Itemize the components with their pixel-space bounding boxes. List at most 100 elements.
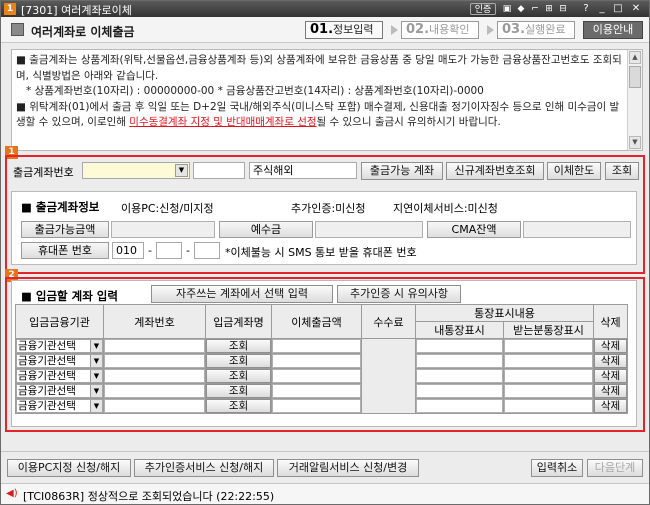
phone-separator: -	[148, 244, 152, 257]
available-amount-label: 출금가능금액	[21, 221, 109, 238]
notice-panel: ■ 출금계좌는 상품계좌(위탁,선물옵션,금융상품계좌 등)외 상품계좌에 보유…	[11, 49, 643, 151]
frequent-accounts-button[interactable]: 자주쓰는 계좌에서 선택 입력	[151, 285, 333, 303]
transfer-amount-input[interactable]	[272, 354, 361, 368]
notice-warning-link[interactable]: 미수동결계좌 지정 및 반대매매계좌로 선정	[129, 116, 316, 128]
chevron-down-icon[interactable]: ▼	[90, 400, 102, 412]
tile-icon[interactable]: ⊞	[543, 3, 555, 15]
deposit-section-title: ■ 입금할 계좌 입력	[21, 289, 118, 303]
transfer-limit-button[interactable]: 이체한도	[547, 162, 601, 180]
recipient-memo-input[interactable]	[504, 339, 593, 353]
bank-select-label: 금융기관선택	[18, 370, 76, 382]
auth-status: 추가인증:미신청	[291, 202, 366, 215]
keypad-icon[interactable]: ⊟	[557, 3, 569, 15]
step-2-label: 내용확인	[429, 23, 470, 36]
chevron-down-icon[interactable]: ▼	[90, 370, 102, 382]
delete-row-button[interactable]: 삭제	[594, 339, 627, 353]
cma-label: CMA잔액	[427, 221, 521, 238]
minimize-icon[interactable]: _	[595, 3, 609, 15]
delete-row-button[interactable]: 삭제	[594, 384, 627, 398]
bank-select[interactable]: 금융기관선택 ▼	[16, 399, 103, 413]
transfer-amount-input[interactable]	[272, 384, 361, 398]
account-name-lookup-button[interactable]: 조회	[206, 369, 271, 383]
delete-row-button[interactable]: 삭제	[594, 369, 627, 383]
delete-row-button[interactable]: 삭제	[594, 399, 627, 413]
phone-last-input[interactable]	[194, 242, 220, 259]
maximize-icon[interactable]: □	[611, 3, 625, 15]
guide-button[interactable]: 이용안내	[583, 21, 643, 39]
recipient-memo-input[interactable]	[504, 354, 593, 368]
bank-select-label: 금융기관선택	[18, 340, 76, 352]
scroll-up-icon[interactable]: ▲	[629, 51, 641, 64]
step-3-label: 실행완료	[525, 23, 566, 36]
chevron-down-icon[interactable]: ▼	[90, 385, 102, 397]
bank-select[interactable]: 금융기관선택 ▼	[16, 384, 103, 398]
available-accounts-button[interactable]: 출금가능 계좌	[361, 162, 443, 180]
account-select[interactable]: ▼	[82, 162, 190, 179]
account-number-input[interactable]	[104, 399, 205, 413]
scroll-thumb[interactable]	[629, 66, 641, 88]
transfer-amount-input[interactable]	[272, 339, 361, 353]
deposit-label: 예수금	[219, 221, 313, 238]
account-password-input[interactable]	[193, 162, 245, 179]
my-memo-input[interactable]	[416, 399, 503, 413]
window-title: [7301] 여러계좌로이체	[21, 2, 132, 18]
chevron-down-icon[interactable]: ▼	[90, 340, 102, 352]
next-step-button[interactable]: 다음단계	[587, 459, 643, 477]
window: 1 [7301] 여러계좌로이체 인증 ▣ ◆ ⌐ ⊞ ⊟ ? _ □ ✕ 여러…	[0, 0, 650, 505]
step-3: 03.실행완료	[497, 21, 575, 39]
step-2-num: 02.	[406, 22, 430, 37]
delete-row-button[interactable]: 삭제	[594, 354, 627, 368]
table-row: 금융기관선택 ▼ 조회 삭제	[15, 398, 628, 414]
account-number-input[interactable]	[104, 369, 205, 383]
my-memo-input[interactable]	[416, 384, 503, 398]
recipient-memo-input[interactable]	[504, 369, 593, 383]
pc-status: 이용PC:신청/미지정	[121, 202, 214, 215]
cancel-input-button[interactable]: 입력취소	[531, 459, 583, 477]
bank-select-label: 금융기관선택	[18, 355, 76, 367]
account-name-lookup-button[interactable]: 조회	[206, 339, 271, 353]
column-header: 내통장표시	[415, 321, 504, 339]
account-number-input[interactable]	[104, 339, 205, 353]
account-info-title: ■ 출금계좌정보	[21, 200, 100, 214]
scroll-down-icon[interactable]: ▼	[629, 136, 641, 149]
phone-middle-input[interactable]	[156, 242, 182, 259]
pc-designation-button[interactable]: 이용PC지정 신청/해지	[7, 459, 131, 477]
fee-cell	[361, 338, 416, 414]
deposit-accounts-table: 입금금융기관 계좌번호 입금계좌명 이체출금액 수수료 통장표시내용 삭제 내통…	[15, 304, 628, 414]
bank-select[interactable]: 금융기관선택 ▼	[16, 339, 103, 353]
my-memo-input[interactable]	[416, 339, 503, 353]
my-memo-input[interactable]	[416, 369, 503, 383]
notice-scrollbar[interactable]: ▲ ▼	[627, 50, 642, 150]
account-name-lookup-button[interactable]: 조회	[206, 354, 271, 368]
status-bar: ◀) [TCI0863R] 정상적으로 조회되었습니다 (22:22:55)	[1, 483, 649, 504]
bank-select[interactable]: 금융기관선택 ▼	[16, 354, 103, 368]
recipient-memo-input[interactable]	[504, 384, 593, 398]
lookup-button[interactable]: 조회	[605, 162, 639, 180]
close-icon[interactable]: ✕	[629, 3, 643, 15]
my-memo-input[interactable]	[416, 354, 503, 368]
notice-paragraph-2-end: 될 수 있으니 출금시 유의하시기 바랍니다.	[316, 116, 501, 128]
transfer-amount-input[interactable]	[272, 369, 361, 383]
help-icon[interactable]: ?	[579, 3, 593, 15]
phone-prefix-input[interactable]: 010	[112, 242, 144, 259]
account-number-input[interactable]	[104, 384, 205, 398]
recipient-memo-input[interactable]	[504, 399, 593, 413]
page-title: 여러계좌로 이체출금	[31, 25, 135, 39]
auth-link-button[interactable]: 인증	[470, 3, 496, 15]
chevron-down-icon[interactable]: ▼	[175, 164, 188, 177]
chevron-down-icon[interactable]: ▼	[90, 355, 102, 367]
delay-transfer-status: 지연이체서비스:미신청	[393, 202, 498, 215]
column-header: 삭제	[593, 304, 628, 339]
new-account-lookup-button[interactable]: 신규계좌번호조회	[446, 162, 544, 180]
account-name-lookup-button[interactable]: 조회	[206, 399, 271, 413]
bank-select[interactable]: 금융기관선택 ▼	[16, 369, 103, 383]
trade-alert-service-button[interactable]: 거래알림서비스 신청/변경	[277, 459, 419, 477]
pin-icon[interactable]: ◆	[515, 3, 527, 15]
account-name-lookup-button[interactable]: 조회	[206, 384, 271, 398]
transfer-amount-input[interactable]	[272, 399, 361, 413]
lock-icon[interactable]: ▣	[501, 3, 513, 15]
account-number-input[interactable]	[104, 354, 205, 368]
link-icon[interactable]: ⌐	[529, 3, 541, 15]
extra-auth-service-button[interactable]: 추가인증서비스 신청/해지	[134, 459, 274, 477]
auth-caution-button[interactable]: 추가인증 시 유의사항	[337, 285, 461, 303]
